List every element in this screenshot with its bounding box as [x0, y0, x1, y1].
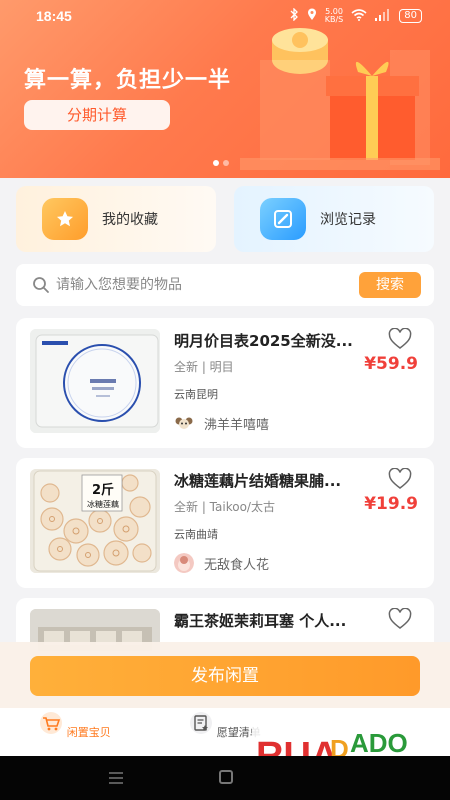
- tab-label: 闲置宝贝: [66, 726, 111, 739]
- tab-idle-items[interactable]: 闲置宝贝: [25, 712, 125, 740]
- avatar: [174, 413, 194, 433]
- browse-history-card[interactable]: 浏览记录: [234, 186, 434, 252]
- product-price: ¥59.9: [364, 354, 418, 374]
- search-icon: [33, 277, 49, 293]
- product-card[interactable]: 2斤 冰糖莲藕 冰糖莲藕片结婚糖果脯... 全新 | Taikoo/太古 ¥19…: [16, 458, 434, 588]
- pencil-icon: [260, 198, 306, 240]
- product-title: 霸王茶姬茉莉耳塞 个人...: [174, 612, 347, 630]
- banner-indicator: [213, 160, 229, 166]
- favorite-heart-icon[interactable]: [388, 328, 412, 350]
- indicator-dot: [223, 160, 229, 166]
- favorite-heart-icon[interactable]: [388, 468, 412, 490]
- product-condition-brand: 全新 | 明目: [174, 360, 234, 374]
- favorite-heart-icon[interactable]: [388, 608, 412, 630]
- quick-actions: 我的收藏 浏览记录: [16, 186, 434, 252]
- product-card[interactable]: 明月价目表2025全新没... 全新 | 明目 ¥59.9 云南昆明 沸羊羊嘻嘻: [16, 318, 434, 448]
- my-favorites-label: 我的收藏: [102, 212, 158, 228]
- my-favorites-card[interactable]: 我的收藏: [16, 186, 216, 252]
- promo-banner[interactable]: 18:45 5.00 KB/S 80 算一算，负担少一半 分期计算: [0, 0, 450, 178]
- indicator-dot-active: [213, 160, 219, 166]
- product-image: 2斤 冰糖莲藕: [30, 469, 160, 573]
- product-image: [30, 329, 160, 433]
- publish-bar: 发布闲置: [0, 642, 450, 708]
- seller-name: 沸羊羊嘻嘻: [204, 417, 270, 433]
- browse-history-label: 浏览记录: [320, 212, 376, 228]
- product-condition-brand: 全新 | Taikoo/太古: [174, 500, 275, 514]
- search-bar: 搜索: [16, 264, 434, 306]
- search-input[interactable]: [56, 272, 356, 298]
- svg-text:ADO: ADO: [350, 728, 408, 758]
- seller-info: 无敌食人花: [174, 553, 269, 573]
- seller-name: 无敌食人花: [204, 557, 270, 573]
- product-price: ¥19.9: [364, 494, 418, 514]
- menu-icon[interactable]: [108, 772, 124, 784]
- star-icon: [42, 198, 88, 240]
- cart-icon: [40, 712, 63, 734]
- product-title: 冰糖莲藕片结婚糖果脯...: [174, 472, 342, 490]
- product-title: 明月价目表2025全新没...: [174, 332, 353, 350]
- image-label-product: 冰糖莲藕: [87, 500, 119, 509]
- system-nav-bar: [0, 756, 450, 800]
- search-button[interactable]: 搜索: [359, 272, 421, 298]
- home-icon[interactable]: [219, 770, 233, 784]
- product-location: 云南昆明: [174, 388, 218, 401]
- banner-slogan: 算一算，负担少一半: [24, 68, 232, 93]
- product-location: 云南曲靖: [174, 528, 218, 541]
- image-label-weight: 2斤: [91, 483, 115, 498]
- wishlist-icon: [190, 712, 213, 734]
- avatar: [174, 553, 194, 573]
- publish-idle-button[interactable]: 发布闲置: [30, 656, 420, 696]
- status-time: 18:45: [36, 8, 72, 24]
- seller-info: 沸羊羊嘻嘻: [174, 413, 269, 433]
- gift-box-icon: [240, 28, 440, 170]
- installment-calc-button[interactable]: 分期计算: [24, 100, 170, 130]
